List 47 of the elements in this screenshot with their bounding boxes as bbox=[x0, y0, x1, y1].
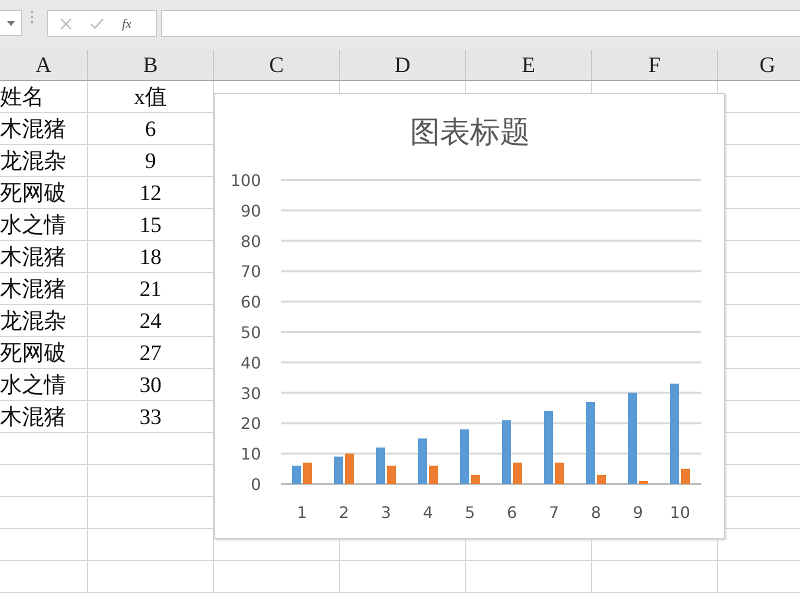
axis-tick-label: 9 bbox=[632, 503, 644, 522]
axis-tick-label: 30 bbox=[240, 384, 261, 403]
axis-tick-label: 1 bbox=[296, 503, 308, 522]
table-cell: 死网破 bbox=[0, 177, 88, 209]
formula-input-field[interactable] bbox=[161, 10, 800, 37]
column-header[interactable]: F bbox=[592, 50, 718, 80]
table-cell: 木混猪 bbox=[0, 241, 88, 273]
column-header[interactable]: C bbox=[214, 50, 340, 80]
column-header[interactable]: D bbox=[340, 50, 466, 80]
chart-title: 图表标题 bbox=[410, 115, 530, 150]
table-cell: 死网破 bbox=[0, 337, 88, 369]
axis-tick-label: 20 bbox=[240, 414, 261, 434]
table-cell: 水之情 bbox=[0, 209, 88, 241]
axis-tick-label: 0 bbox=[250, 475, 261, 494]
table-cell: 龙混杂 bbox=[0, 305, 88, 337]
table-cell: 木混猪 bbox=[0, 113, 88, 145]
cancel-icon[interactable] bbox=[60, 18, 72, 30]
table-cell: 木混猪 bbox=[0, 273, 88, 305]
axis-tick-label: 10 bbox=[670, 503, 690, 522]
axis-tick-label: 6 bbox=[506, 503, 518, 522]
chart-area[interactable]: 图表标题 0 10 20 30 40 50 60 70 80 90 100 1 2 3 4 5 6 7 8 9 10 bbox=[214, 93, 725, 539]
table-cell: 水之情 bbox=[0, 369, 88, 401]
axis-tick-label: 4 bbox=[422, 503, 434, 522]
axis-tick-label: 80 bbox=[240, 232, 261, 251]
axis-tick-label: 5 bbox=[464, 503, 476, 522]
axis-tick-label: 90 bbox=[240, 201, 261, 220]
check-icon[interactable] bbox=[90, 18, 104, 30]
column-header[interactable]: E bbox=[466, 50, 592, 80]
axis-tick-label: 10 bbox=[240, 444, 261, 464]
insert-function-button[interactable]: fx bbox=[122, 16, 132, 32]
caret-icon bbox=[6, 20, 14, 26]
axis-tick-label: 40 bbox=[240, 353, 261, 372]
axis-tick-label: 2 bbox=[338, 503, 350, 522]
column-header[interactable]: A bbox=[0, 50, 88, 80]
axis-tick-label: 100 bbox=[230, 171, 261, 190]
column-header[interactable]: G bbox=[718, 50, 800, 80]
axis-tick-label: 8 bbox=[590, 503, 602, 522]
axis-tick-label: 60 bbox=[240, 292, 261, 312]
name-box-dropdown[interactable] bbox=[0, 10, 22, 36]
table-cell: 龙混杂 bbox=[0, 145, 88, 177]
axis-tick-label: 70 bbox=[240, 262, 261, 282]
table-cell: 木混猪 bbox=[0, 401, 88, 433]
axis-tick-label: 3 bbox=[380, 503, 392, 522]
column-header[interactable]: B bbox=[88, 50, 214, 80]
axis-tick-label: 7 bbox=[548, 503, 560, 522]
table-cell: 姓名 bbox=[0, 81, 88, 113]
axis-tick-label: 50 bbox=[240, 323, 261, 342]
